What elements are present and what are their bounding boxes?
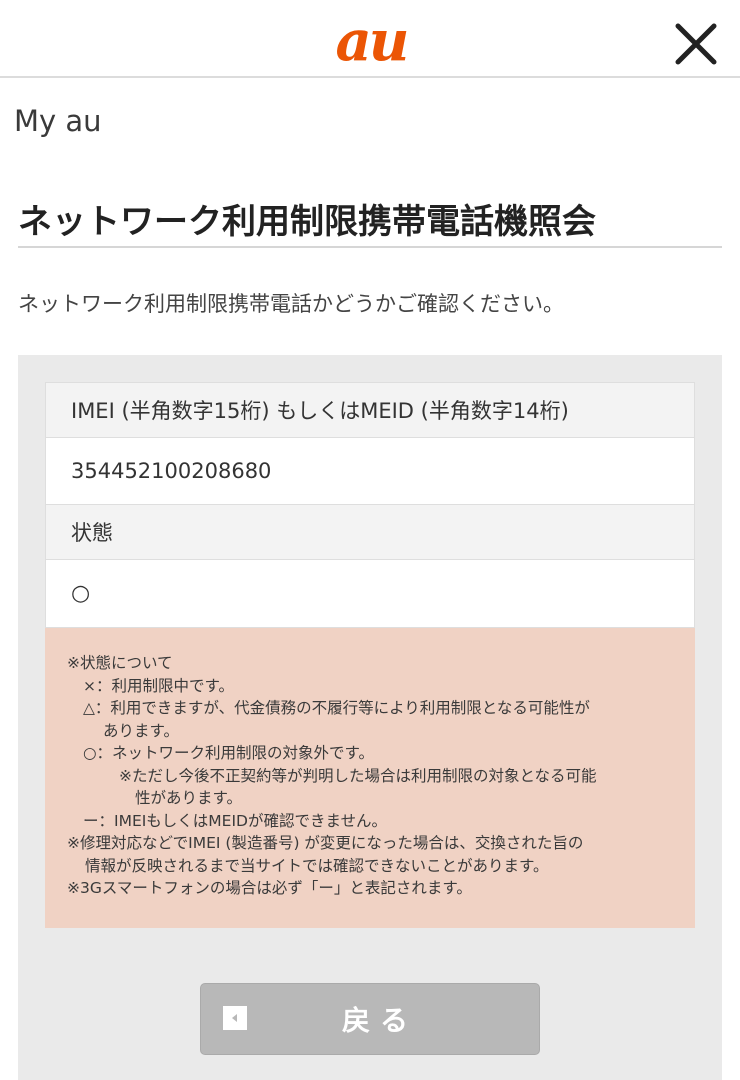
page-title: ネットワーク利用制限携帯電話機照会 xyxy=(18,202,596,242)
back-arrow-icon xyxy=(223,1006,247,1030)
close-button[interactable] xyxy=(672,20,720,68)
result-table: IMEI (半角数字15桁) もしくはMEID (半角数字14桁) 354452… xyxy=(45,382,695,628)
status-label: 状態 xyxy=(71,521,113,545)
back-button-label: 戻る xyxy=(341,1004,418,1037)
status-notes: ※状態について ×：利用制限中です。 △：利用できますが、代金債務の不履行等によ… xyxy=(45,628,695,928)
note-line: あります。 xyxy=(103,721,179,740)
imei-value-row: 354452100208680 xyxy=(46,438,694,505)
note-line: ※ただし今後不正契約等が判明した場合は利用制限の対象となる可能 xyxy=(119,766,597,785)
lead-text: ネットワーク利用制限携帯電話かどうかご確認ください。 xyxy=(18,292,564,316)
note-line: 情報が反映されるまで当サイトでは確認できないことがあります。 xyxy=(85,856,549,875)
note-line: ×：利用制限中です。 xyxy=(83,676,234,695)
note-line: ー：IMEIもしくはMEIDが確認できません。 xyxy=(83,811,388,830)
note-line: ※修理対応などでIMEI (製造番号) が変更になった場合は、交換された旨の xyxy=(67,834,584,852)
app-header: au xyxy=(0,0,740,78)
note-line: △：利用できますが、代金債務の不履行等により利用制限となる可能性が xyxy=(83,699,590,717)
imei-value: 354452100208680 xyxy=(71,459,272,483)
back-button[interactable]: 戻る xyxy=(200,983,540,1055)
my-au-brand: My au xyxy=(14,104,102,138)
close-x-icon xyxy=(675,23,717,65)
status-value-row: ○ xyxy=(46,560,694,627)
note-line: 性があります。 xyxy=(135,789,242,807)
au-logo[interactable]: au xyxy=(316,6,426,76)
imei-label: IMEI (半角数字15桁) もしくはMEID (半角数字14桁) xyxy=(71,399,569,423)
note-line: ※3Gスマートフォンの場合は必ず「ー」と表記されます。 xyxy=(67,879,472,897)
imei-label-row: IMEI (半角数字15桁) もしくはMEID (半角数字14桁) xyxy=(46,383,694,438)
note-line: ※状態について xyxy=(67,654,173,672)
title-divider xyxy=(18,246,722,248)
status-label-row: 状態 xyxy=(46,505,694,560)
note-line: ○：ネットワーク利用制限の対象外です。 xyxy=(83,744,374,762)
status-value: ○ xyxy=(71,581,91,606)
